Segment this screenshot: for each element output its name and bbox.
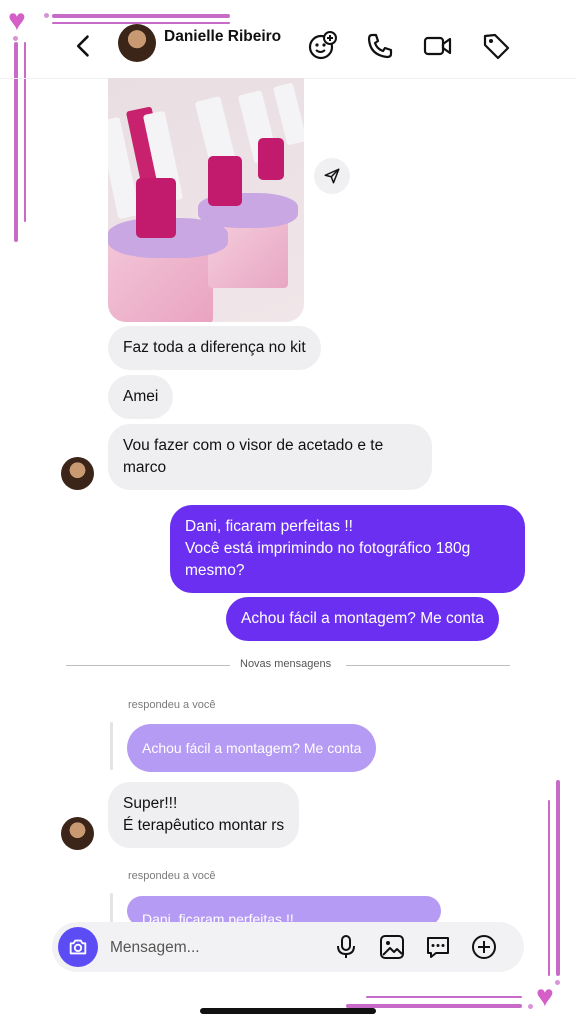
reply-bar bbox=[110, 893, 113, 923]
frame-dot bbox=[555, 980, 560, 985]
frame-line bbox=[556, 780, 560, 976]
chat-header: Danielle Ribeiro bbox=[0, 18, 576, 74]
contact-avatar[interactable] bbox=[118, 24, 156, 62]
outgoing-message[interactable]: Dani, ficaram perfeitas !! Você está imp… bbox=[170, 505, 525, 593]
shared-photo[interactable] bbox=[108, 78, 304, 322]
quoted-message[interactable]: Achou fácil a montagem? Me conta bbox=[127, 724, 377, 772]
microphone-icon[interactable] bbox=[332, 933, 360, 961]
message-input[interactable] bbox=[108, 922, 312, 974]
message-composer bbox=[52, 922, 524, 974]
video-icon[interactable] bbox=[422, 30, 454, 62]
new-messages-separator: Novas mensagens bbox=[240, 658, 332, 670]
frame-line bbox=[366, 996, 522, 998]
send-icon bbox=[324, 168, 340, 184]
reply-bar bbox=[110, 722, 113, 770]
product-bottle bbox=[258, 138, 284, 180]
outgoing-message[interactable]: Achou fácil a montagem? Me conta bbox=[226, 597, 499, 641]
frame-dot bbox=[528, 1004, 533, 1009]
tag-icon[interactable] bbox=[480, 30, 512, 62]
product-tube bbox=[273, 82, 304, 146]
heart-icon-bottom-right: ♥ bbox=[536, 980, 554, 1013]
share-button[interactable] bbox=[314, 158, 350, 194]
reply-label: respondeu a você bbox=[128, 870, 216, 882]
incoming-message[interactable]: Vou fazer com o visor de acetado e te ma… bbox=[108, 424, 432, 490]
separator-line bbox=[346, 665, 510, 666]
frame-line bbox=[548, 800, 550, 976]
add-reaction-icon[interactable] bbox=[306, 30, 338, 62]
incoming-message[interactable]: Faz toda a diferença no kit bbox=[108, 326, 321, 370]
camera-button[interactable] bbox=[58, 927, 98, 967]
reply-label: respondeu a você bbox=[128, 699, 216, 711]
sticker-chat-icon[interactable] bbox=[424, 933, 452, 961]
phone-icon[interactable] bbox=[364, 30, 396, 62]
product-bottle bbox=[136, 178, 176, 238]
incoming-message[interactable]: Amei bbox=[108, 375, 174, 419]
contact-name[interactable]: Danielle Ribeiro bbox=[164, 28, 281, 46]
contact-avatar-small[interactable] bbox=[61, 817, 94, 850]
home-indicator[interactable] bbox=[200, 1008, 376, 1014]
camera-icon bbox=[69, 939, 87, 955]
separator-line bbox=[66, 665, 230, 666]
incoming-message[interactable]: Super!!! É terapêutico montar rs bbox=[108, 782, 300, 848]
add-icon[interactable] bbox=[470, 933, 498, 961]
product-bottle bbox=[208, 156, 242, 206]
back-icon[interactable] bbox=[70, 32, 98, 60]
contact-avatar-small[interactable] bbox=[61, 457, 94, 490]
gallery-icon[interactable] bbox=[378, 933, 406, 961]
